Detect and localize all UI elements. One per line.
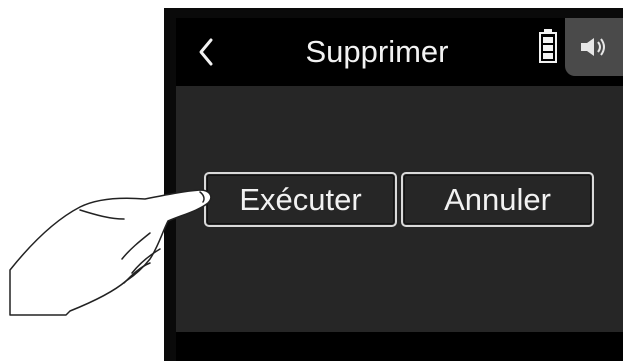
chevron-left-icon	[199, 38, 213, 66]
cancel-button[interactable]: Annuler	[401, 172, 594, 227]
top-bar: Supprimer	[176, 18, 623, 86]
battery-full-icon	[539, 29, 557, 63]
touch-screen: Supprimer Exécuter Annuler	[176, 18, 623, 361]
pointing-hand-icon	[9, 189, 212, 316]
back-button[interactable]	[182, 28, 230, 76]
speaker-button[interactable]	[565, 18, 623, 76]
execute-button[interactable]: Exécuter	[204, 172, 397, 227]
bottom-bar	[176, 332, 623, 361]
page-title: Supprimer	[305, 34, 449, 69]
speaker-icon	[581, 38, 605, 56]
